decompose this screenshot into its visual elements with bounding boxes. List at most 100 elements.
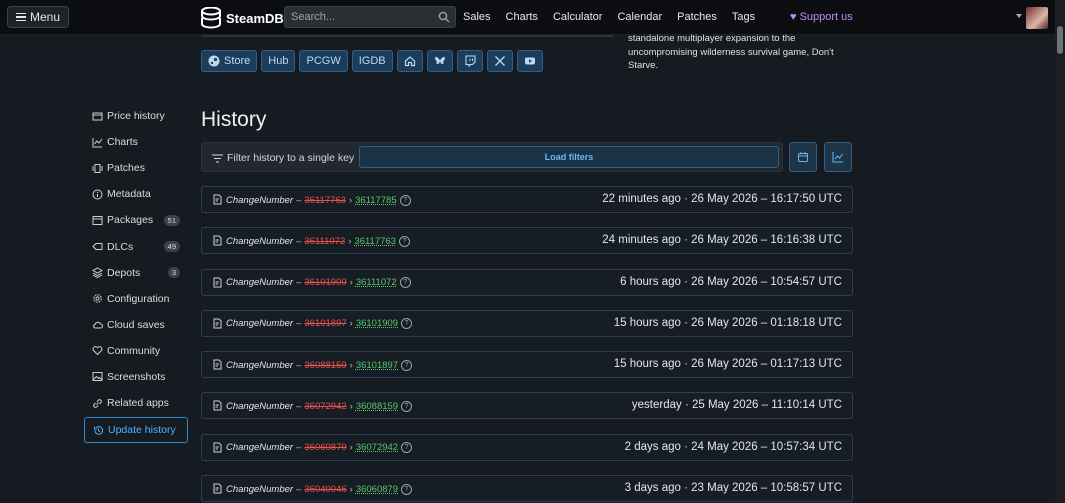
sidebar-item-cloud-saves[interactable]: Cloud saves bbox=[84, 312, 188, 338]
chevron-down-icon[interactable] bbox=[1016, 14, 1022, 18]
chart-view-button[interactable] bbox=[824, 142, 852, 172]
old-value: 36101897 bbox=[304, 318, 347, 330]
sidebar-item-label: Update history bbox=[108, 424, 176, 437]
new-value-link[interactable]: 36072942 bbox=[356, 442, 398, 453]
page-scrollbar[interactable] bbox=[1055, 0, 1065, 503]
sidebar-item-label: Configuration bbox=[107, 292, 170, 305]
load-filters-button[interactable]: Load filters bbox=[359, 146, 779, 168]
sidebar-item-dlcs[interactable]: DLCs 49 bbox=[84, 233, 188, 259]
sidebar-item-depots[interactable]: Depots 3 bbox=[84, 260, 188, 286]
sidebar-item-label: Community bbox=[107, 344, 161, 357]
arrow-icon: › bbox=[349, 442, 353, 454]
nav-charts[interactable]: Charts bbox=[506, 11, 538, 23]
link-icon bbox=[92, 398, 103, 409]
help-icon[interactable]: ? bbox=[401, 400, 413, 412]
file-edit-icon bbox=[213, 277, 222, 288]
history-row[interactable]: ChangeNumber –36101897 › 36101909? 15 hours … bbox=[201, 309, 853, 337]
depot-icon bbox=[91, 267, 104, 279]
support-us-link[interactable]: ♥ Support us bbox=[790, 11, 853, 23]
arrow-icon: › bbox=[349, 400, 353, 412]
help-icon[interactable]: ? bbox=[401, 318, 413, 330]
history-row[interactable]: ChangeNumber –36040046 › 36060879? 3 days ag… bbox=[201, 475, 853, 503]
home-link-button[interactable] bbox=[396, 50, 423, 72]
search-icon[interactable] bbox=[438, 11, 450, 23]
history-row[interactable]: ChangeNumber –36111072 › 36117763? 24 minute… bbox=[201, 227, 853, 255]
new-value-link[interactable]: 36117763 bbox=[354, 236, 396, 247]
sidebar-item-screenshots[interactable]: Screenshots bbox=[84, 364, 188, 390]
calendar-button[interactable] bbox=[789, 142, 817, 172]
pcgw-link-label: PCGW bbox=[306, 55, 341, 67]
igdb-link-button[interactable]: IGDB bbox=[351, 50, 393, 72]
arrow-icon: › bbox=[348, 235, 352, 247]
count-badge: 51 bbox=[163, 214, 180, 226]
help-icon[interactable]: ? bbox=[399, 277, 411, 289]
new-value-link[interactable]: 36101909 bbox=[356, 318, 398, 329]
dlc-icon bbox=[92, 241, 103, 252]
filter-toggle[interactable]: Filter history to a single key bbox=[212, 152, 354, 164]
logo-text: SteamDB bbox=[226, 10, 284, 26]
help-icon[interactable]: ? bbox=[401, 359, 413, 371]
history-row[interactable]: ChangeNumber –36088159 › 36101897? 15 hours … bbox=[201, 351, 853, 379]
file-edit-icon bbox=[213, 442, 222, 453]
new-value-link[interactable]: 36111072 bbox=[356, 277, 397, 288]
history-row[interactable]: ChangeNumber –36060879 › 36072942? 2 days ag… bbox=[201, 433, 853, 461]
sidebar-item-configuration[interactable]: Configuration bbox=[84, 286, 188, 312]
main-nav: Sales Charts Calculator Calendar Patches… bbox=[463, 11, 770, 23]
history-row[interactable]: ChangeNumber –36101909 › 36111072? 6 hours a… bbox=[201, 268, 853, 296]
timestamp: yesterday · 25 May 2026 – 11:10:14 UTC bbox=[631, 399, 842, 412]
chart-icon bbox=[832, 152, 843, 163]
sidebar-item-price-history[interactable]: Price history bbox=[84, 103, 188, 129]
history-row[interactable]: ChangeNumber –36117763 › 36117785? 22 minute… bbox=[201, 186, 853, 213]
nav-tags[interactable]: Tags bbox=[732, 11, 755, 23]
avatar[interactable] bbox=[1026, 7, 1048, 29]
arrow-icon: › bbox=[348, 194, 353, 206]
sidebar-item-patches[interactable]: Patches bbox=[84, 155, 188, 181]
steamdb-logo[interactable]: SteamDB bbox=[201, 7, 284, 29]
menu-label: Menu bbox=[29, 10, 61, 24]
change-entry: ChangeNumber –36072942 › 36088159? bbox=[212, 400, 413, 412]
top-navigation-bar: Menu SteamDB Search... Sales Charts Calc… bbox=[0, 0, 1055, 35]
search-input[interactable]: Search... bbox=[284, 6, 456, 28]
menu-button[interactable]: Menu bbox=[7, 6, 69, 28]
sidebar-item-community[interactable]: Community bbox=[84, 338, 188, 364]
separator-dash: – bbox=[296, 442, 302, 454]
change-key: ChangeNumber bbox=[226, 277, 294, 289]
new-value-link[interactable]: 36101897 bbox=[356, 360, 398, 371]
new-value-link[interactable]: 36060879 bbox=[356, 484, 398, 495]
bluesky-link-button[interactable] bbox=[426, 50, 453, 72]
nav-patches[interactable]: Patches bbox=[677, 11, 717, 23]
pcgw-link-button[interactable]: PCGW bbox=[299, 50, 348, 72]
separator-dash: – bbox=[296, 400, 302, 412]
twitch-link-button[interactable] bbox=[456, 50, 483, 72]
sidebar-item-packages[interactable]: Packages 51 bbox=[84, 207, 188, 233]
arrow-icon: › bbox=[349, 359, 353, 371]
nav-calculator[interactable]: Calculator bbox=[553, 11, 603, 23]
timestamp: 2 days ago · 24 May 2026 – 10:57:34 UTC bbox=[624, 440, 842, 453]
x-link-button[interactable] bbox=[486, 50, 513, 72]
sidebar-item-related-apps[interactable]: Related apps bbox=[84, 390, 188, 416]
nav-calendar[interactable]: Calendar bbox=[617, 11, 662, 23]
help-icon[interactable]: ? bbox=[401, 442, 413, 454]
help-icon[interactable]: ? bbox=[399, 194, 411, 206]
scrollbar-thumb[interactable] bbox=[1057, 26, 1063, 54]
help-icon[interactable]: ? bbox=[401, 483, 413, 495]
file-edit-icon bbox=[213, 359, 222, 370]
twitch-icon bbox=[465, 55, 476, 67]
history-row[interactable]: ChangeNumber –36072942 › 36088159? yesterday… bbox=[201, 392, 853, 420]
sidebar-item-label: Related apps bbox=[107, 397, 169, 410]
sidebar-item-charts[interactable]: Charts bbox=[84, 129, 188, 155]
new-value-link[interactable]: 36117785 bbox=[355, 195, 397, 206]
steamdb-logo-icon bbox=[201, 7, 221, 29]
store-link-button[interactable]: Store bbox=[201, 50, 258, 72]
help-icon[interactable]: ? bbox=[398, 235, 410, 247]
chart-icon bbox=[92, 137, 103, 148]
hub-link-button[interactable]: Hub bbox=[261, 50, 296, 72]
youtube-icon bbox=[524, 57, 535, 65]
nav-sales[interactable]: Sales bbox=[463, 11, 491, 23]
sidebar-item-update-history[interactable]: Update history bbox=[84, 417, 188, 444]
youtube-link-button[interactable] bbox=[516, 50, 543, 72]
change-entry: ChangeNumber –36111072 › 36117763? bbox=[212, 235, 410, 247]
new-value-link[interactable]: 36088159 bbox=[356, 401, 398, 412]
separator-dash: – bbox=[296, 235, 302, 247]
sidebar-item-metadata[interactable]: Metadata bbox=[84, 181, 188, 207]
